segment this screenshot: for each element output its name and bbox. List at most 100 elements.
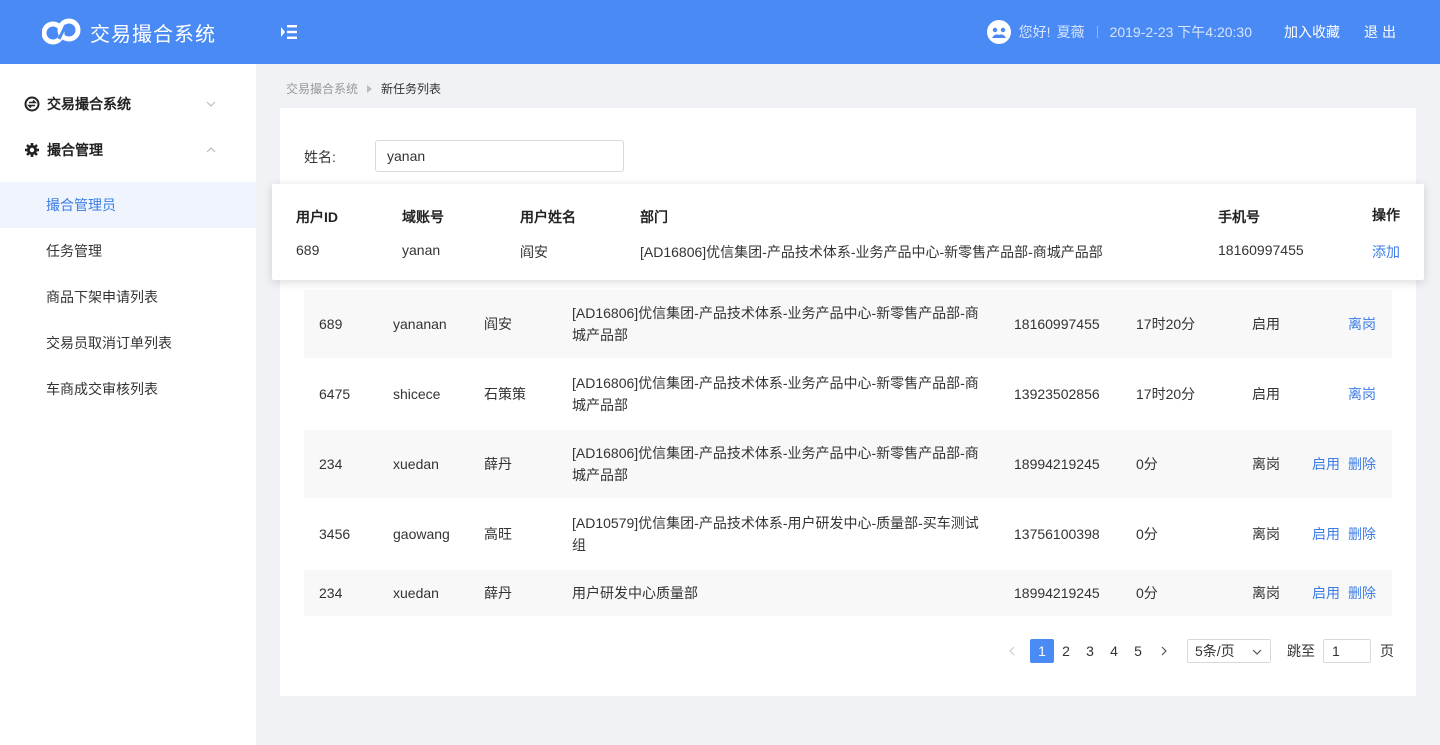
sidebar-item-label: 车商成交审核列表 (46, 381, 158, 397)
table-row: 6475 shicece 石策策 [AD16806]优信集团-产品技术体系-业务… (304, 358, 1392, 430)
enable-button[interactable]: 启用 (1312, 582, 1340, 604)
breadcrumb-separator-icon (367, 84, 373, 93)
cell-dept: [AD16806]优信集团-产品技术体系-业务产品中心-新零售产品部-商城产品部 (572, 375, 979, 413)
cell-account: yananan (393, 316, 447, 332)
table-row: 3456 gaowang 高旺 [AD10579]优信集团-产品技术体系-用户研… (304, 498, 1392, 570)
sidebar-item-task-manage[interactable]: 任务管理 (0, 228, 256, 274)
jump-page-input[interactable] (1323, 639, 1371, 663)
breadcrumb: 交易撮合系统 新任务列表 (286, 80, 441, 97)
cell-account: xuedan (393, 456, 439, 472)
cell-account: xuedan (393, 585, 439, 601)
cell-id: 234 (319, 585, 343, 601)
delete-button[interactable]: 删除 (1348, 523, 1376, 545)
user-avatar-icon (986, 20, 1011, 44)
chevron-down-icon (1252, 649, 1262, 655)
sidebar-item-delist-requests[interactable]: 商品下架申请列表 (0, 274, 256, 320)
user-name: 夏薇 (1056, 24, 1085, 40)
name-search-input[interactable] (375, 140, 624, 172)
cell-status: 离岗 (1252, 585, 1280, 601)
delete-button[interactable]: 删除 (1348, 453, 1376, 475)
sidebar-item-deal-review[interactable]: 车商成交审核列表 (0, 366, 256, 412)
sidebar-group-label: 交易撮合系统 (47, 96, 131, 112)
cell-dept: [AD16806]优信集团-产品技术体系-业务产品中心-新零售产品部-商城产品部 (572, 445, 979, 483)
col-header-account: 域账号 (402, 209, 444, 225)
page-2[interactable]: 2 (1054, 639, 1078, 663)
col-header-phone: 手机号 (1218, 209, 1260, 225)
admin-table: 689 yananan 阎安 [AD16806]优信集团-产品技术体系-业务产品… (304, 290, 1392, 616)
cell-account: gaowang (393, 526, 450, 542)
delete-button[interactable]: 删除 (1348, 582, 1376, 604)
page-4[interactable]: 4 (1102, 639, 1126, 663)
col-header-user-id: 用户ID (296, 209, 338, 225)
cell-duration: 17时20分 (1136, 316, 1196, 332)
offduty-button[interactable]: 离岗 (1348, 313, 1376, 335)
enable-button[interactable]: 启用 (1312, 523, 1340, 545)
cell-id: 689 (319, 316, 343, 332)
cell-phone: 18994219245 (1014, 456, 1100, 472)
col-header-user-name: 用户姓名 (520, 209, 576, 225)
chevron-right-icon (1161, 646, 1167, 656)
top-header: 交易撮合系统 您好! 夏薇 2019-2-23 下午4:20:30 加入收藏 退… (0, 0, 1440, 64)
app-title: 交易撮合系统 (90, 23, 216, 46)
exchange-icon (24, 96, 40, 112)
app-logo[interactable]: 交易撮合系统 (42, 17, 216, 47)
gear-icon (25, 143, 39, 157)
breadcrumb-link[interactable]: 交易撮合系统 (286, 80, 358, 97)
suggestion-dept: [AD16806]优信集团-产品技术体系-业务产品中心-新零售产品部-商城产品部 (640, 244, 1103, 260)
col-header-action: 操作 (1372, 207, 1400, 223)
search-suggestion-popup: 用户ID 域账号 用户姓名 部门 手机号 操作 689 yanan 阎安 [AD… (272, 184, 1424, 280)
cell-dept: [AD10579]优信集团-产品技术体系-用户研发中心-质量部-买车测试组 (572, 515, 979, 553)
name-field-label: 姓名: (304, 149, 336, 165)
cell-id: 6475 (319, 386, 351, 402)
table-row: 689 yananan 阎安 [AD16806]优信集团-产品技术体系-业务产品… (304, 290, 1392, 358)
breadcrumb-current: 新任务列表 (381, 82, 442, 96)
cell-status: 启用 (1252, 386, 1280, 402)
cell-status: 离岗 (1252, 526, 1280, 542)
pagination: 1 2 3 4 5 5条/页 跳至 页 (1000, 639, 1394, 663)
page-5[interactable]: 5 (1126, 639, 1150, 663)
suggestion-phone: 18160997455 (1218, 242, 1304, 258)
bookmark-button[interactable]: 加入收藏 (1284, 22, 1340, 42)
sidebar-item-label: 交易员取消订单列表 (46, 335, 172, 351)
cell-name: 阎安 (484, 316, 512, 332)
cell-id: 234 (319, 456, 343, 472)
sidebar-item-cancel-orders[interactable]: 交易员取消订单列表 (0, 320, 256, 366)
cell-name: 石策策 (484, 386, 526, 402)
cell-phone: 13756100398 (1014, 526, 1100, 542)
page-1[interactable]: 1 (1030, 639, 1054, 663)
page-suffix: 页 (1380, 643, 1394, 659)
cell-dept: 用户研发中心质量部 (572, 585, 698, 601)
offduty-button[interactable]: 离岗 (1348, 383, 1376, 405)
sidebar-item-label: 商品下架申请列表 (46, 289, 158, 305)
logout-button[interactable]: 退出 (1364, 22, 1400, 42)
enable-button[interactable]: 启用 (1312, 453, 1340, 475)
sidebar-group-exchange[interactable]: 交易撮合系统 (0, 81, 256, 127)
page-3[interactable]: 3 (1078, 639, 1102, 663)
header-user-area: 您好! 夏薇 2019-2-23 下午4:20:30 加入收藏 退出 (986, 0, 1400, 64)
sidebar: 交易撮合系统 撮合管理 撮合管理员 任务管理 商品下架申请列表 交易员取消订单列… (0, 64, 256, 745)
cell-name: 高旺 (484, 526, 512, 542)
cell-duration: 0分 (1136, 585, 1158, 601)
add-user-button[interactable]: 添加 (1372, 242, 1400, 262)
sidebar-item-label: 任务管理 (46, 243, 102, 259)
next-page-button[interactable] (1152, 639, 1176, 663)
sidebar-item-label: 撮合管理员 (46, 197, 116, 213)
page-size-value: 5条/页 (1195, 643, 1235, 659)
cell-phone: 13923502856 (1014, 386, 1100, 402)
sidebar-item-match-admin[interactable]: 撮合管理员 (0, 182, 256, 228)
cell-name: 薛丹 (484, 585, 512, 601)
cell-duration: 0分 (1136, 456, 1158, 472)
sidebar-group-match-manage[interactable]: 撮合管理 (0, 127, 256, 173)
page-size-select[interactable]: 5条/页 (1187, 639, 1271, 663)
menu-fold-icon[interactable] (279, 22, 299, 42)
prev-page-button[interactable] (1000, 639, 1024, 663)
suggestion-name: 阎安 (520, 244, 548, 260)
cell-dept: [AD16806]优信集团-产品技术体系-业务产品中心-新零售产品部-商城产品部 (572, 305, 979, 343)
datetime-text: 2019-2-23 下午4:20:30 (1109, 24, 1252, 40)
cell-name: 薛丹 (484, 456, 512, 472)
header-divider (1096, 26, 1098, 38)
cell-phone: 18160997455 (1014, 316, 1100, 332)
cell-status: 离岗 (1252, 456, 1280, 472)
cell-status: 启用 (1252, 316, 1280, 332)
cell-duration: 0分 (1136, 526, 1158, 542)
